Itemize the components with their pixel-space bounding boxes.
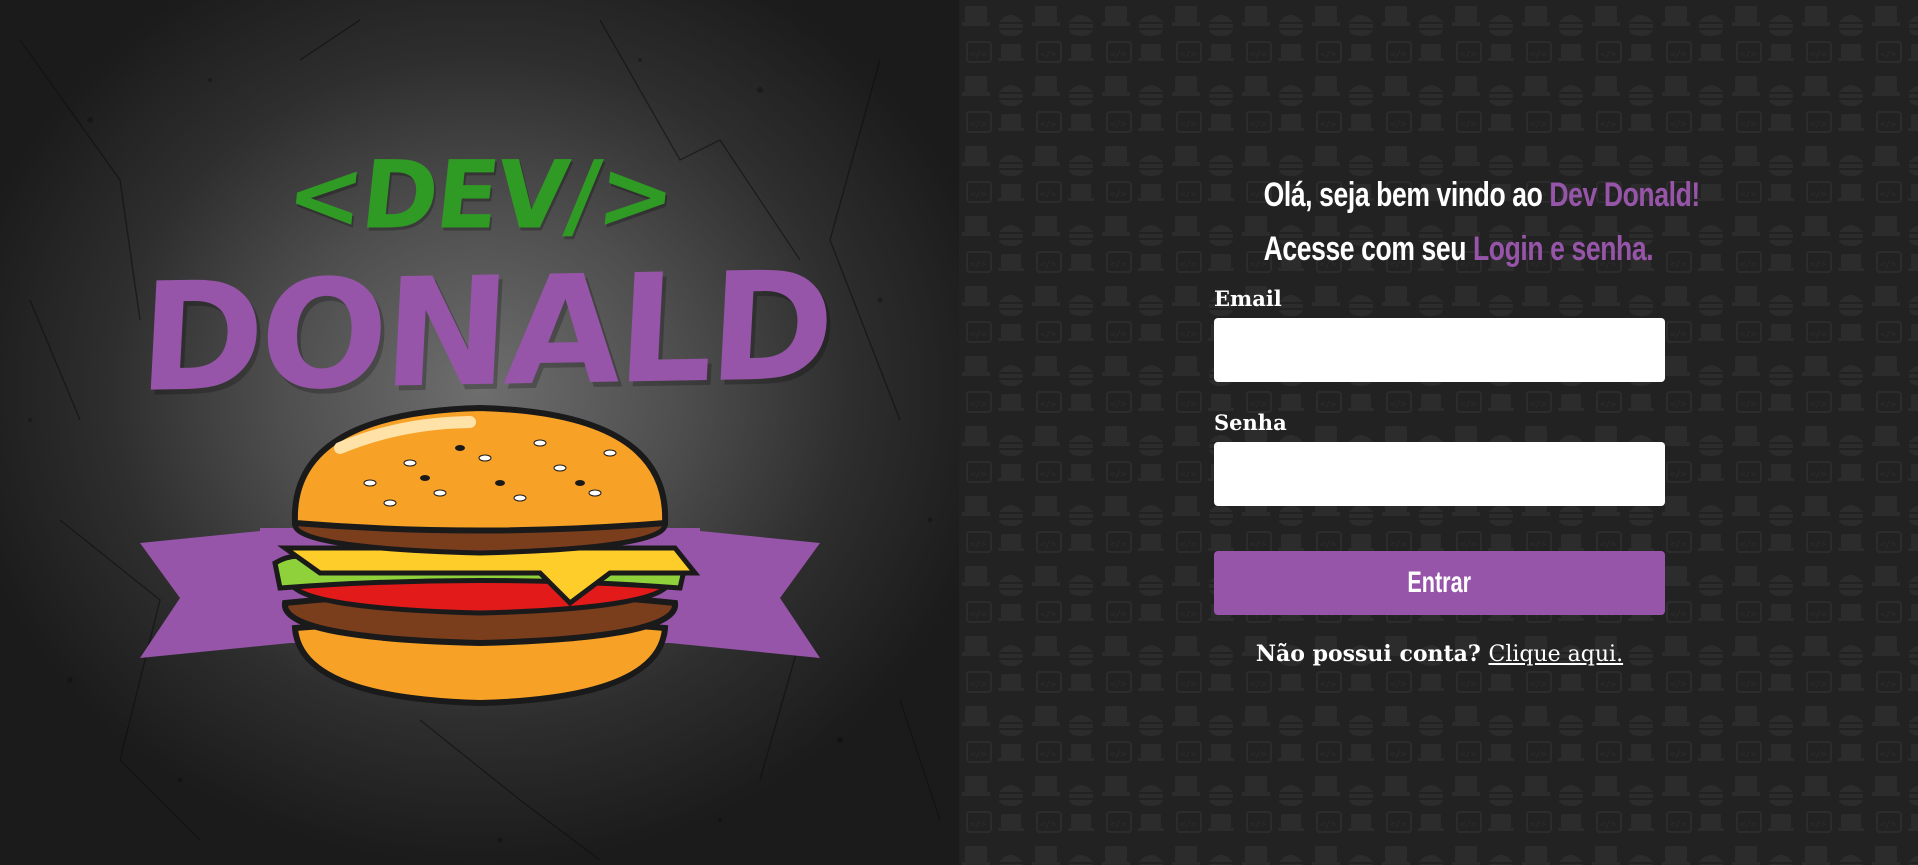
welcome-line1-text: Olá, seja bem vindo ao [1263,176,1550,214]
signup-prompt-text: Não possui conta? [1255,641,1481,667]
welcome-line2-text: Acesse com seu [1263,230,1473,268]
login-panel: </> Olá, seja bem vindo ao Dev Donald! A… [959,0,1918,865]
signup-prompt: Não possui conta? Clique aqui. [1214,641,1665,667]
email-field[interactable] [1214,318,1665,382]
password-field[interactable] [1214,442,1665,506]
logo-dev-text: <DEV/> [281,140,679,251]
login-button[interactable]: Entrar [1214,551,1665,615]
burger-icon [140,404,820,707]
welcome-line2-accent: Login e senha. [1472,230,1654,268]
signup-link[interactable]: Clique aqui. [1489,642,1624,667]
welcome-heading: Olá, seja bem vindo ao Dev Donald! Acess… [1263,168,1701,276]
welcome-line1-accent: Dev Donald! [1549,176,1700,214]
email-label: Email [1214,286,1282,311]
password-label: Senha [1214,410,1287,435]
brand-panel: <DEV/> DONALD [0,0,959,865]
login-form: Olá, seja bem vindo ao Dev Donald! Acess… [1214,168,1701,667]
login-page: <DEV/> DONALD Olá, seja bem vindo ao Dev… [0,0,1918,865]
dev-donald-logo: <DEV/> DONALD [135,140,835,730]
logo-donald-text: DONALD [135,239,835,426]
login-button-label: Entrar [1407,566,1472,599]
